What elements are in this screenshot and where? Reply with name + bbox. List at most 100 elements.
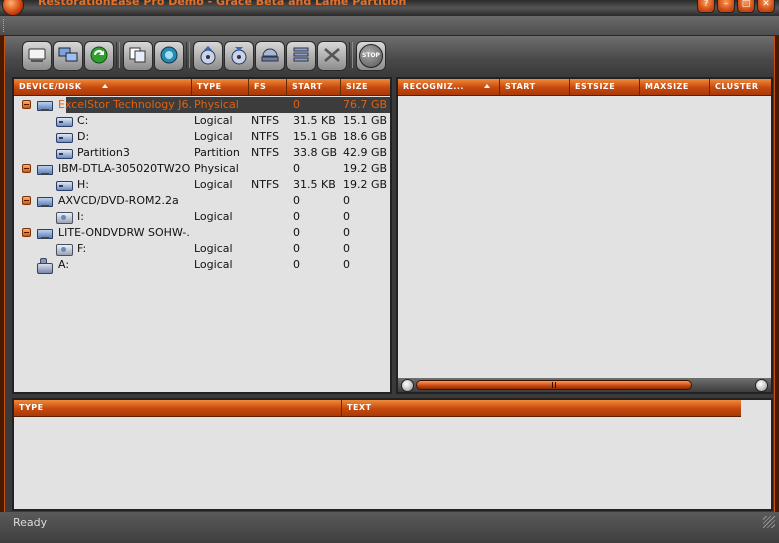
device-name: H: [77, 178, 89, 191]
hard-disk-icon [37, 164, 53, 175]
device-size: 19.2 GB [343, 178, 388, 191]
sort-ascending-icon [484, 84, 490, 88]
scroll-right-button[interactable] [755, 379, 768, 392]
sort-ascending-icon [102, 84, 108, 88]
tools-button[interactable] [317, 41, 347, 71]
list-icon [291, 46, 311, 67]
column-header-size[interactable]: SIZE [341, 79, 390, 95]
column-header-type[interactable]: TYPE [192, 79, 249, 95]
hard-disk-icon [37, 196, 53, 207]
device-list: ExcelStor Technology J6... Physical 0 76.7 … [14, 97, 390, 392]
device-fs: NTFS [251, 178, 280, 191]
device-size: 0 [343, 194, 350, 207]
device-row[interactable]: AXVCD/DVD-ROM2.2a 0 0 [14, 193, 390, 209]
app-logo-icon[interactable] [2, 0, 24, 16]
eject-button[interactable] [255, 41, 285, 71]
volume-icon [56, 133, 73, 143]
device-row[interactable]: ExcelStor Technology J6... Physical 0 76.7 … [14, 97, 390, 113]
device-row[interactable]: Partition3 Partition NTFS 33.8 GB 42.9 GB [14, 145, 390, 161]
device-type: Logical [194, 210, 233, 223]
column-header-start[interactable]: START [500, 79, 570, 95]
volume-icon [56, 117, 73, 127]
window-controls: ? – □ ✕ [697, 0, 775, 13]
device-start: 0 [293, 162, 300, 175]
device-size: 19.2 GB [343, 162, 388, 175]
device-start: 31.5 KB [293, 178, 336, 191]
scroll-left-button[interactable] [401, 379, 414, 392]
cd-drive-icon [56, 244, 73, 256]
recover-button[interactable] [193, 41, 223, 71]
device-row[interactable]: F: Logical 0 0 [14, 241, 390, 257]
device-fs: NTFS [251, 130, 280, 143]
device-start: 31.5 KB [293, 114, 336, 127]
scan-icon [159, 45, 179, 68]
device-start: 0 [293, 242, 300, 255]
column-label: DEVICE/DISK [19, 82, 82, 91]
device-type: Logical [194, 258, 233, 271]
device-row[interactable]: D: Logical NTFS 15.1 GB 18.6 GB [14, 129, 390, 145]
column-header-maxsize[interactable]: MAXSIZE [640, 79, 710, 95]
device-start: 0 [293, 98, 300, 111]
drive-icon [27, 46, 47, 67]
menu-grip-icon[interactable] [3, 19, 7, 32]
device-size: 42.9 GB [343, 146, 388, 159]
horizontal-scrollbar[interactable] [398, 378, 771, 392]
title-bar[interactable]: RestorationEase Pro Demo - Grace Beta an… [0, 0, 779, 16]
device-type: Physical [194, 162, 239, 175]
resize-grip-icon[interactable] [763, 516, 775, 528]
log-table-header: TYPE TEXT [14, 400, 741, 417]
column-header-type[interactable]: TYPE [14, 400, 342, 416]
device-size: 0 [343, 210, 350, 223]
device-size: 0 [343, 242, 350, 255]
column-header-start[interactable]: START [287, 79, 341, 95]
collapse-toggle-icon[interactable] [22, 164, 31, 173]
copy-button[interactable] [123, 41, 153, 71]
menu-bar [0, 16, 779, 36]
device-size: 0 [343, 226, 350, 239]
column-header-device[interactable]: DEVICE/DISK [14, 79, 192, 95]
device-row[interactable]: IBM-DTLA-305020TW2O... Physical 0 19.2 GB [14, 161, 390, 177]
collapse-toggle-icon[interactable] [22, 228, 31, 237]
device-name: C: [77, 114, 89, 127]
refresh-button[interactable] [84, 41, 114, 71]
minimize-window-button[interactable]: – [717, 0, 735, 13]
close-window-button[interactable]: ✕ [757, 0, 775, 13]
collapse-toggle-icon[interactable] [22, 100, 31, 109]
network-button[interactable] [53, 41, 83, 71]
stop-button[interactable]: STOP [356, 41, 386, 71]
column-header-text[interactable]: TEXT [342, 400, 741, 416]
column-header-estsize[interactable]: ESTSIZE [570, 79, 640, 95]
device-table-header: DEVICE/DISK TYPE FS START SIZE [14, 79, 390, 96]
device-name: A: [58, 258, 70, 271]
scrollbar-thumb[interactable] [416, 380, 692, 390]
status-bar: Ready [0, 512, 779, 543]
tools-icon [322, 46, 342, 67]
device-row[interactable]: A: Logical 0 0 [14, 257, 390, 274]
device-name: IBM-DTLA-305020TW2O... [58, 162, 191, 175]
device-row[interactable]: C: Logical NTFS 31.5 KB 15.1 GB [14, 113, 390, 129]
disk-up-icon [198, 45, 218, 68]
open-disk-button[interactable] [22, 41, 52, 71]
device-name: ExcelStor Technology J6... [58, 98, 191, 111]
maximize-window-button[interactable]: □ [737, 0, 755, 13]
collapse-toggle-icon[interactable] [22, 196, 31, 205]
device-size: 0 [343, 258, 350, 271]
scrollbar-grip [552, 382, 553, 388]
device-start: 0 [293, 210, 300, 223]
column-header-recognized[interactable]: RECOGNIZ... [398, 79, 500, 95]
list-button[interactable] [286, 41, 316, 71]
device-row[interactable]: LITE-ONDVDRW SOHW-... 0 0 [14, 225, 390, 241]
scrollbar-grip [555, 382, 556, 388]
column-header-fs[interactable]: FS [249, 79, 287, 95]
device-row[interactable]: I: Logical 0 0 [14, 209, 390, 225]
column-header-cluster[interactable]: CLUSTER [710, 79, 771, 95]
help-window-button[interactable]: ? [697, 0, 715, 13]
device-name: D: [77, 130, 90, 143]
device-row[interactable]: H: Logical NTFS 31.5 KB 19.2 GB [14, 177, 390, 193]
device-panel: DEVICE/DISK TYPE FS START SIZE ExcelStor… [12, 77, 392, 394]
device-start: 0 [293, 226, 300, 239]
network-icon [58, 46, 78, 67]
scan-button[interactable] [154, 41, 184, 71]
save-button[interactable] [224, 41, 254, 71]
device-name: F: [77, 242, 87, 255]
